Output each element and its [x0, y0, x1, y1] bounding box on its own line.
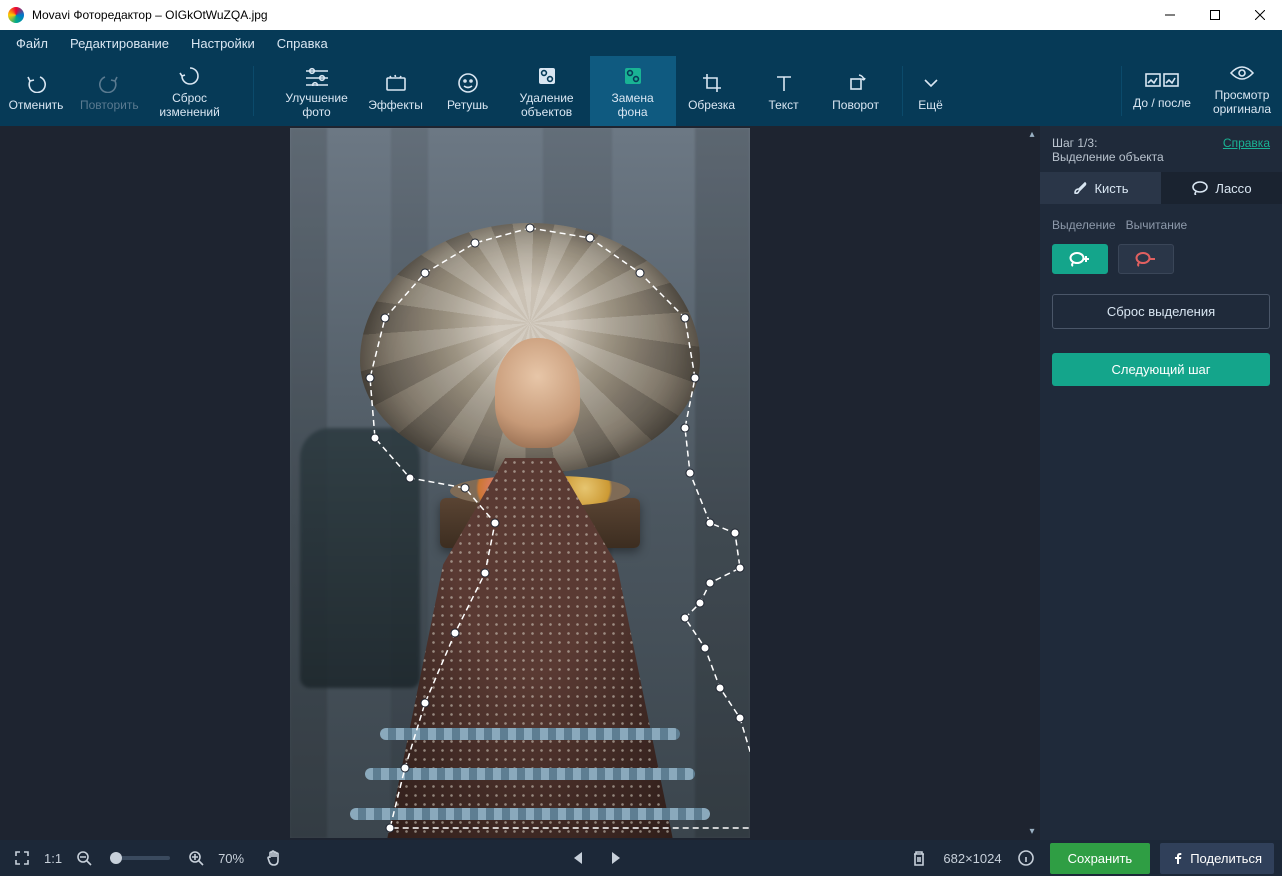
menu-file[interactable]: Файл [6, 32, 58, 55]
crop-button[interactable]: Обрезка [676, 56, 748, 126]
minimize-button[interactable] [1147, 0, 1192, 30]
next-step-button[interactable]: Следующий шаг [1052, 353, 1270, 386]
more-button[interactable]: Ещё [903, 56, 959, 126]
step-title: Выделение объекта [1052, 150, 1164, 164]
text-icon [774, 71, 794, 95]
menu-edit[interactable]: Редактирование [60, 32, 179, 55]
canvas[interactable]: ▴ ▾ [0, 126, 1040, 840]
sparkle-icon [384, 71, 408, 95]
reset-icon [178, 64, 202, 88]
lasso-icon [1191, 181, 1209, 195]
photo-preview [290, 128, 750, 838]
toolbar: Отменить Повторить Сброс изменений Улучш… [0, 56, 1282, 126]
zoom-slider[interactable] [110, 856, 170, 860]
redo-button[interactable]: Повторить [72, 56, 147, 126]
crop-icon [701, 71, 723, 95]
rotate-button[interactable]: Поворот [820, 56, 892, 126]
zoom-value: 70% [218, 851, 244, 866]
background-icon [622, 64, 644, 88]
app-logo [8, 7, 24, 23]
close-button[interactable] [1237, 0, 1282, 30]
background-change-button[interactable]: Замена фона [590, 56, 676, 126]
lasso-tab[interactable]: Лассо [1161, 172, 1282, 204]
object-removal-button[interactable]: Удаление объектов [504, 56, 590, 126]
scroll-up-icon[interactable]: ▴ [1028, 128, 1035, 141]
retouch-button[interactable]: Ретушь [432, 56, 504, 126]
sliders-icon [304, 64, 330, 88]
menubar: Файл Редактирование Настройки Справка [0, 30, 1282, 56]
facebook-icon [1172, 852, 1184, 864]
right-panel: Шаг 1/3: Выделение объекта Справка Кисть… [1040, 126, 1282, 840]
pan-button[interactable] [260, 844, 288, 872]
zoom-out-button[interactable] [70, 844, 98, 872]
fullscreen-button[interactable] [8, 844, 36, 872]
prev-button[interactable] [564, 844, 592, 872]
erase-icon [536, 64, 558, 88]
undo-icon [24, 71, 48, 95]
mark-label[interactable]: Выделение [1052, 218, 1116, 232]
reset-button[interactable]: Сброс изменений [147, 56, 233, 126]
subtract-selection-button[interactable] [1118, 244, 1174, 274]
status-bar: 1:1 70% 682×1024 Сохранить Поделиться [0, 840, 1282, 876]
add-selection-button[interactable] [1052, 244, 1108, 274]
menu-settings[interactable]: Настройки [181, 32, 265, 55]
next-button[interactable] [602, 844, 630, 872]
lasso-plus-icon [1068, 251, 1092, 267]
delete-button[interactable] [905, 844, 933, 872]
eye-icon [1229, 65, 1255, 85]
brush-tab[interactable]: Кисть [1040, 172, 1161, 204]
enhance-button[interactable]: Улучшение фото [274, 56, 360, 126]
zoom-in-button[interactable] [182, 844, 210, 872]
before-after-button[interactable]: До / после [1122, 56, 1202, 126]
undo-button[interactable]: Отменить [0, 56, 72, 126]
titlebar: Movavi Фоторедактор – OIGkOtWuZQA.jpg [0, 0, 1282, 30]
redo-icon [97, 71, 121, 95]
step-indicator: Шаг 1/3: [1052, 136, 1164, 150]
lasso-minus-icon [1134, 251, 1158, 267]
image-dimensions: 682×1024 [943, 851, 1001, 866]
actual-size-button[interactable]: 1:1 [44, 851, 62, 866]
menu-help[interactable]: Справка [267, 32, 338, 55]
help-link[interactable]: Справка [1223, 136, 1270, 150]
preview-original-button[interactable]: Просмотр оригинала [1202, 56, 1282, 126]
window-title: Movavi Фоторедактор – OIGkOtWuZQA.jpg [32, 8, 1147, 22]
chevron-down-icon [923, 71, 939, 95]
maximize-button[interactable] [1192, 0, 1237, 30]
erase-label[interactable]: Вычитание [1126, 218, 1188, 232]
reset-selection-button[interactable]: Сброс выделения [1052, 294, 1270, 329]
share-button[interactable]: Поделиться [1160, 843, 1274, 874]
save-button[interactable]: Сохранить [1050, 843, 1151, 874]
info-button[interactable] [1012, 844, 1040, 872]
face-icon [457, 71, 479, 95]
text-button[interactable]: Текст [748, 56, 820, 126]
vertical-scrollbar[interactable]: ▴ ▾ [1026, 128, 1038, 838]
scroll-down-icon[interactable]: ▾ [1028, 825, 1035, 838]
brush-icon [1072, 180, 1088, 196]
rotate-icon [845, 71, 867, 95]
effects-button[interactable]: Эффекты [360, 56, 432, 126]
compare-icon [1145, 71, 1179, 93]
